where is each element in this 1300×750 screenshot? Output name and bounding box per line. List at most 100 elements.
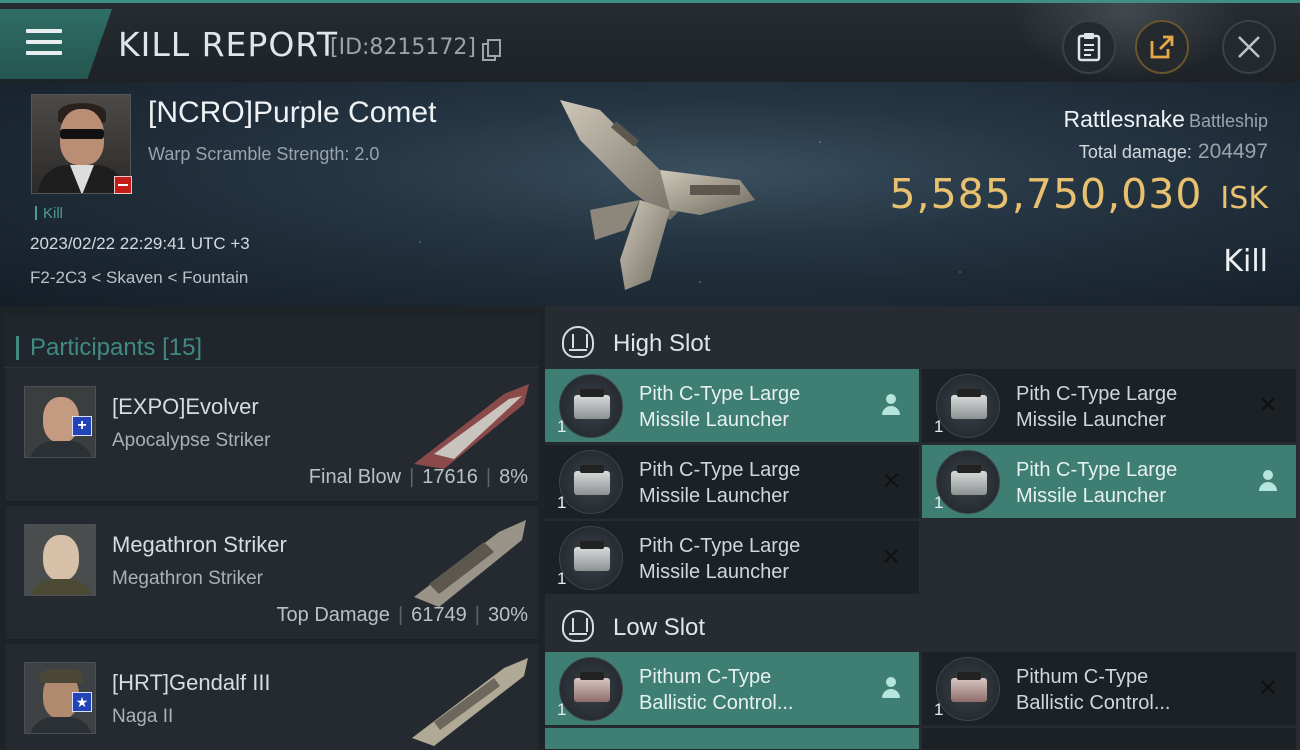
participants-header: Participants [15] (4, 314, 539, 368)
participant-role: Top Damage (276, 604, 390, 626)
ballistic-control-icon (936, 657, 1000, 721)
participant-ship: Apocalypse Striker (112, 430, 271, 451)
low-slot-label: Low Slot (613, 614, 706, 641)
high-slot-header: High Slot (545, 310, 1300, 372)
fitting-item[interactable]: 1 Pithum C-Type Ballistic Control... ✕ (922, 652, 1296, 726)
fitting-item[interactable]: 1 Pithum C-Type Ballistic Control... (545, 652, 919, 726)
total-damage: Total damage: 204497 (1079, 140, 1268, 164)
participant-ship: Megathron Striker (112, 568, 264, 589)
close-button[interactable] (1222, 20, 1276, 74)
participants-count: [15] (162, 334, 203, 361)
ballistic-control-icon (559, 657, 623, 721)
share-icon (1150, 35, 1174, 59)
kill-timestamp: 2023/02/22 22:29:41 UTC +3 (30, 234, 250, 253)
warp-scramble-strength: Warp Scramble Strength: 2.0 (148, 144, 380, 164)
isk-unit: ISK (1220, 181, 1268, 216)
share-button[interactable] (1135, 20, 1189, 74)
item-destroyed-icon: ✕ (1257, 674, 1279, 702)
participant-ship: Naga II (112, 706, 174, 727)
participant-damage: 61749 (411, 604, 467, 626)
item-name: Pithum C-Type Ballistic Control... (1016, 666, 1171, 714)
kill-type-tag: Kill (35, 205, 63, 222)
low-slot-header: Low Slot (545, 594, 1300, 656)
participant-row[interactable]: + [EXPO]Evolver Apocalypse Striker Final… (6, 368, 538, 502)
fitting-item[interactable]: 1 Pith C-Type Large Missile Launcher ✕ (922, 369, 1296, 443)
low-slot-icon (562, 610, 594, 642)
fitting-item[interactable]: 1 Pith C-Type Large Missile Launcher ✕ (545, 521, 919, 595)
item-quantity: 1 (557, 700, 567, 719)
high-slot-label: High Slot (613, 330, 711, 357)
kill-location[interactable]: F2-2C3 < Skaven < Fountain (30, 268, 248, 288)
close-icon (1238, 36, 1260, 58)
item-quantity: 1 (557, 493, 567, 512)
clipboard-button[interactable] (1062, 20, 1116, 74)
participant-row[interactable]: ★ [HRT]Gendalf III Naga II (6, 644, 538, 750)
victim-ship: Rattlesnake Battleship (1063, 106, 1268, 133)
participants-title: Participants [15] (15, 334, 203, 362)
participant-damage-percent: 8% (499, 466, 528, 488)
fitting-item-partial[interactable] (545, 728, 919, 750)
participant-name[interactable]: [HRT]Gendalf III (112, 670, 271, 696)
participant-role: Final Blow (308, 466, 402, 488)
participant-damage: 17616 (422, 466, 478, 488)
victim-ship-name[interactable]: Rattlesnake (1063, 106, 1184, 132)
item-quantity: 1 (934, 417, 944, 436)
item-quantity: 1 (557, 417, 567, 436)
item-destroyed-icon: ✕ (1257, 391, 1279, 419)
report-id: [ID:8215172] (330, 35, 476, 60)
victim-ship-image (560, 100, 755, 290)
fitting-item[interactable]: 1 Pith C-Type Large Missile Launcher (545, 369, 919, 443)
avatar[interactable] (24, 524, 96, 596)
standing-badge: ★ (72, 692, 92, 712)
copy-icon[interactable] (482, 39, 501, 61)
participant-damage-percent: 30% (487, 604, 528, 626)
hamburger-menu-icon (26, 29, 62, 59)
participant-name[interactable]: Megathron Striker (112, 532, 287, 558)
page-title: KILL REPORT (118, 25, 338, 64)
launcher-icon (936, 374, 1000, 438)
launcher-icon (559, 450, 623, 514)
report-result: Kill (1223, 244, 1268, 279)
item-name: Pith C-Type Large Missile Launcher (1016, 383, 1178, 431)
participants-title-label: Participants (30, 334, 156, 361)
participant-ship-image (414, 384, 529, 469)
item-name: Pith C-Type Large Missile Launcher (639, 383, 801, 431)
fitting-panel: High Slot 1 Pith C-Type Large Missile Lau… (545, 306, 1300, 750)
decorative-sphere (1010, 3, 1240, 83)
participant-name[interactable]: [EXPO]Evolver (112, 394, 259, 420)
item-name: Pith C-Type Large Missile Launcher (639, 459, 801, 507)
participant-row[interactable]: Megathron Striker Megathron Striker Top … (6, 506, 538, 640)
participants-panel: Participants [15] + [EXPO]Evolver Apocal… (0, 306, 545, 750)
participant-ship-image (412, 658, 528, 746)
participant-stats: Top Damage | 61749 | 30% (276, 604, 528, 626)
item-quantity: 1 (557, 569, 567, 588)
item-dropped-icon (1256, 467, 1280, 495)
victim-name[interactable]: [NCRO]Purple Comet (148, 96, 436, 130)
fitting-item[interactable]: 1 Pith C-Type Large Missile Launcher ✕ (545, 445, 919, 519)
top-bar: KILL REPORT [ID:8215172] (0, 0, 1300, 83)
isk-amount: 5,585,750,030 (889, 170, 1203, 218)
total-damage-label: Total damage: (1078, 142, 1192, 162)
launcher-icon (559, 526, 623, 590)
item-quantity: 1 (934, 700, 944, 719)
hostile-standing-badge (114, 176, 132, 194)
item-destroyed-icon: ✕ (880, 467, 902, 495)
item-quantity: 1 (934, 493, 944, 512)
item-name: Pith C-Type Large Missile Launcher (1016, 459, 1178, 507)
launcher-icon (936, 450, 1000, 514)
total-damage-value: 204497 (1197, 140, 1268, 163)
item-destroyed-icon: ✕ (880, 543, 902, 571)
victim-banner: [NCRO]Purple Comet Warp Scramble Strengt… (0, 82, 1300, 306)
standing-badge: + (72, 416, 92, 436)
fitting-item-partial[interactable] (922, 728, 1296, 750)
isk-value: 5,585,750,030 ISK (889, 170, 1268, 218)
item-dropped-icon (879, 674, 903, 702)
high-slot-icon (562, 326, 594, 358)
menu-button[interactable] (0, 9, 112, 79)
participant-ship-image (414, 520, 526, 607)
item-name: Pith C-Type Large Missile Launcher (639, 535, 801, 583)
launcher-icon (559, 374, 623, 438)
victim-ship-class: Battleship (1188, 111, 1268, 131)
item-name: Pithum C-Type Ballistic Control... (639, 666, 794, 714)
fitting-item[interactable]: 1 Pith C-Type Large Missile Launcher (922, 445, 1296, 519)
